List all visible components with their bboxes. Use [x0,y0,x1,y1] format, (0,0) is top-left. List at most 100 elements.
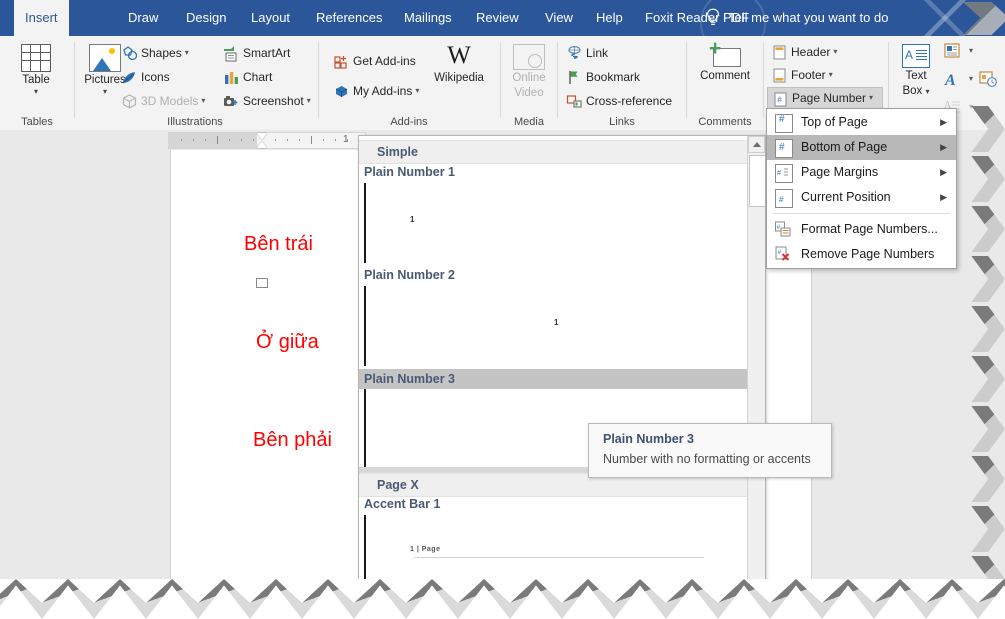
cross-reference-button[interactable]: Cross-reference [566,90,672,112]
ribbon-group-illustrations: Pictures ▾ Shapes ▾ Icons 3D Models ▾ Sm… [75,36,315,130]
tab-draw[interactable]: Draw [117,0,169,36]
tab-references[interactable]: References [305,0,393,36]
wikipedia-icon: W [447,42,471,69]
bookmark-button[interactable]: Bookmark [566,66,640,88]
svg-text:#: # [777,170,781,177]
text-box-button[interactable]: Text Box ▾ [893,44,939,98]
online-video-label-2: Video [514,87,544,99]
link-button[interactable]: Link [566,42,608,64]
bookmark-button-label: Bookmark [586,70,641,84]
get-addins-button[interactable]: Get Add-ins [333,50,416,72]
ruler-margin-left [169,133,257,148]
gallery-item-plain-number-1-label[interactable]: Plain Number 1 [359,163,752,182]
gallery-tooltip: Plain Number 3 Number with no formatting… [588,423,832,478]
menu-item-bottom-of-page[interactable]: Bottom of Page ▶ [767,135,956,160]
tab-insert[interactable]: Insert [14,0,69,36]
preview-number-accent-bar: 1 | Page [410,546,441,553]
menu-item-format-page-numbers-label: Format Page Numbers... [801,222,938,236]
remove-page-numbers-icon: # [775,246,791,263]
chevron-down-icon[interactable]: ▾ [969,46,973,55]
scroll-up-button[interactable] [748,136,765,153]
online-video-icon [513,44,545,70]
3d-model-icon [121,93,138,110]
icons-button[interactable]: Icons [121,66,170,88]
ribbon-group-media: Online Video Media [501,36,557,130]
tab-review[interactable]: Review [465,0,530,36]
footer-icon [771,67,788,84]
page-number-button[interactable]: # Page Number ▾ [767,87,883,109]
page-number-icon: # [772,91,789,108]
tell-me-search-box[interactable]: Tell me what you want to do [728,0,888,36]
menu-item-format-page-numbers[interactable]: # Format Page Numbers... [767,217,956,242]
date-time-button[interactable] [979,70,997,91]
page-number-top-icon [775,111,793,133]
header-button[interactable]: Header ▾ [771,41,837,63]
page-number-button-label: Page Number [792,91,867,105]
wikipedia-button[interactable]: W Wikipedia [430,42,488,85]
footer-button[interactable]: Footer ▾ [771,64,833,86]
preview-number-2: 1 [554,318,559,327]
chevron-down-icon: ▾ [201,96,206,105]
doc-line-o-giua: Ở giữa [256,331,319,353]
icons-button-label: Icons [141,70,170,84]
tab-layout[interactable]: Layout [240,0,301,36]
chevron-down-icon[interactable]: ▾ [969,102,973,111]
svg-text:A: A [944,72,956,88]
gallery-item-plain-number-3-label[interactable]: Plain Number 3 [359,369,752,389]
scroll-down-button[interactable] [748,579,765,596]
gallery-item-accent-bar-1-preview[interactable]: 1 | Page [364,515,750,595]
chevron-down-icon: ▾ [306,96,311,105]
left-indent-box-marker[interactable] [256,278,268,288]
table-button[interactable]: Table ▾ [8,44,64,96]
table-icon [21,44,51,72]
smartart-icon [223,45,240,62]
menu-item-remove-page-numbers[interactable]: # Remove Page Numbers [767,242,956,267]
my-addins-button[interactable]: My Add-ins ▾ [333,80,419,102]
comment-button[interactable]: Comment [696,38,754,83]
my-addins-button-label: My Add-ins [353,84,413,98]
cross-reference-button-label: Cross-reference [586,94,673,108]
tab-view[interactable]: View [534,0,584,36]
doc-line-ben-phai: Bên phải [253,429,332,451]
preview-number-1: 1 [410,215,415,224]
menu-item-top-of-page[interactable]: Top of Page ▶ [767,110,956,135]
group-label-media: Media [514,116,544,128]
scrollbar-thumb[interactable] [749,155,765,207]
menu-item-current-position-label: Current Position [801,190,891,204]
gallery-item-plain-number-1-preview[interactable]: 1 [364,183,750,263]
horizontal-ruler[interactable] [168,132,366,149]
shapes-button[interactable]: Shapes ▾ [121,42,189,64]
3d-models-button[interactable]: 3D Models ▾ [121,90,205,112]
smartart-button[interactable]: SmartArt [223,42,290,64]
tab-design[interactable]: Design [175,0,237,36]
gallery-item-plain-number-2-preview[interactable]: 1 [364,286,750,366]
text-box-label-1: Text [905,70,927,82]
menu-item-current-position[interactable]: # Current Position ▶ [767,185,956,210]
gallery-scrollbar[interactable] [747,136,765,596]
chart-button[interactable]: Chart [223,66,272,88]
chart-icon [223,69,240,86]
ruler-number-label: 1 [343,134,349,145]
wordart-button[interactable]: A ▾ [943,70,973,91]
chevron-down-icon[interactable]: ▾ [969,74,973,83]
menu-item-page-margins[interactable]: # Page Margins ▶ [767,160,956,185]
svg-text:#: # [778,249,782,256]
format-page-numbers-icon: # [775,221,791,238]
page-number-bottom-icon [775,139,793,158]
doc-line-ben-trai: Bên trái [244,233,313,255]
ribbon-group-links: Link Bookmark Cross-reference Links [558,36,686,130]
icons-icon [121,69,138,86]
menu-item-remove-page-numbers-label: Remove Page Numbers [801,247,935,261]
gallery-item-accent-bar-1-label[interactable]: Accent Bar 1 [359,495,752,514]
online-video-label-1: Online [512,72,546,84]
link-button-label: Link [586,46,609,60]
online-video-button[interactable]: Online Video [501,44,557,100]
group-label-tables: Tables [21,116,53,128]
tab-mailings[interactable]: Mailings [393,0,463,36]
text-box-label-2: Box ▾ [902,85,930,97]
screenshot-button[interactable]: Screenshot ▾ [223,90,311,112]
tab-help[interactable]: Help [585,0,634,36]
new-comment-icon [709,38,741,68]
gallery-item-plain-number-2-label[interactable]: Plain Number 2 [359,266,752,285]
quick-parts-button[interactable]: ▾ [943,42,973,63]
